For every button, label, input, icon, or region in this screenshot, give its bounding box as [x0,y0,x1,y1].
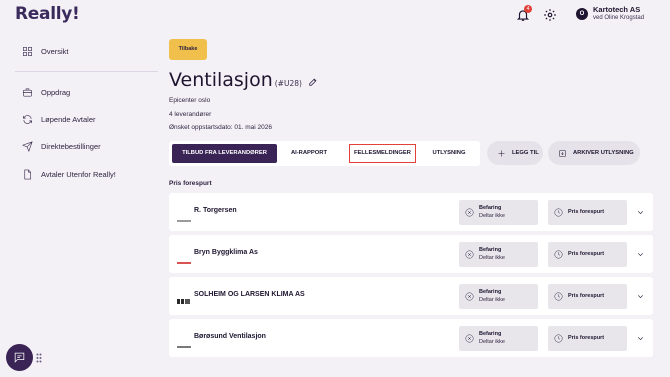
archive-button-label: ARKIVER UTLYSNING [573,150,634,156]
status-sub: Deltar ikke [479,255,505,261]
chat-button[interactable] [6,344,33,371]
supplier-row[interactable]: SOLHEIM OG LARSEN KLIMA AS Befaring Delt… [169,277,653,315]
tab-bar: TILBUD FRA LEVERANDØRER AI-RAPPORT FELLE… [169,141,480,166]
account-company[interactable]: Kartotech AS [593,5,640,14]
status-title: Befaring [479,289,502,295]
status-title: Befaring [479,205,502,211]
clock-icon [554,334,563,343]
befaring-status: Befaring Deltar ikke [459,326,538,351]
send-icon [22,141,33,152]
sidebar-item-oppdrag[interactable]: Oppdrag [22,87,70,98]
tab-tilbud-fra-leverandorer[interactable]: TILBUD FRA LEVERANDØRER [172,144,277,163]
price-status-label: Pris forespurt [568,335,605,341]
chevron-down-icon[interactable] [636,208,645,217]
section-label: Pris forespurt [169,180,212,187]
plus-icon [498,150,505,156]
befaring-status: Befaring Deltar ikke [459,284,538,309]
status-title: Befaring [479,331,502,337]
status-title: Befaring [479,247,502,253]
drag-handle-icon[interactable] [36,353,42,363]
price-status: Pris forespurt [548,242,627,267]
page-title: Ventilasjon (#U28) [169,69,302,91]
befaring-status: Befaring Deltar ikke [459,200,538,225]
supplier-name: SOLHEIM OG LARSEN KLIMA AS [194,291,305,298]
supplier-logo [177,292,191,304]
document-icon [24,169,32,180]
supplier-row[interactable]: Bryn Byggklima As Befaring Deltar ikke P… [169,235,653,273]
chat-icon [14,352,25,363]
price-status-label: Pris forespurt [568,251,605,257]
price-status-label: Pris forespurt [568,293,605,299]
grid-icon [23,47,32,56]
sidebar-item-avtaler-utenfor[interactable]: Avtaler Utenfor Really! [22,169,116,180]
close-circle-icon [465,250,474,259]
price-status: Pris forespurt [548,326,627,351]
sidebar-item-label: Avtaler Utenfor Really! [41,170,116,179]
notification-badge: 4 [524,5,532,13]
app-logo[interactable]: Really! [15,4,80,24]
supplier-row[interactable]: Børøsund Ventilasjon Befaring Deltar ikk… [169,319,653,357]
account-user: ved Oline Krogstad [593,15,645,21]
add-button[interactable]: LEGG TIL [487,141,543,165]
sidebar-item-lopende-avtaler[interactable]: Løpende Avtaler [22,114,96,125]
archive-icon [559,149,566,157]
clock-icon [554,208,563,217]
tab-ai-rapport[interactable]: AI-RAPPORT [279,144,339,163]
chevron-down-icon[interactable] [636,334,645,343]
avatar[interactable]: O [576,8,588,20]
sidebar-item-label: Løpende Avtaler [41,115,96,124]
supplier-count: 4 leverandører [169,111,212,118]
tab-fellesmeldinger[interactable]: FELLESMELDINGER [349,144,416,163]
price-status: Pris forespurt [548,284,627,309]
status-sub: Deltar ikke [479,297,505,303]
clock-icon [554,292,563,301]
supplier-name: Bryn Byggklima As [194,249,258,256]
sidebar-item-direktebestillinger[interactable]: Direktebestillinger [22,141,101,152]
briefcase-icon [23,88,32,97]
supplier-name: Børøsund Ventilasjon [194,333,266,340]
supplier-row[interactable]: R. Torgersen Befaring Deltar ikke Pris f… [169,193,653,231]
sidebar-divider [15,71,158,72]
start-date: Ønsket oppstartsdato: 01. mai 2026 [169,124,272,131]
supplier-name: R. Torgersen [194,207,237,214]
supplier-logo [177,336,191,348]
gear-icon[interactable] [543,8,557,22]
close-circle-icon [465,334,474,343]
refresh-icon [23,115,32,124]
status-sub: Deltar ikke [479,213,505,219]
tab-utlysning[interactable]: UTLYSNING [421,144,477,163]
close-circle-icon [465,292,474,301]
page-title-text: Ventilasjon [169,69,273,91]
edit-icon[interactable] [308,77,318,87]
status-sub: Deltar ikke [479,339,505,345]
location-text: Epicenter oslo [169,97,211,104]
supplier-logo [177,252,191,264]
chevron-down-icon[interactable] [636,250,645,259]
close-circle-icon [465,208,474,217]
sidebar-item-label: Oppdrag [41,88,71,97]
clock-icon [554,250,563,259]
page-id: (#U28) [274,79,302,88]
price-status-label: Pris forespurt [568,209,605,215]
price-status: Pris forespurt [548,200,627,225]
archive-button[interactable]: ARKIVER UTLYSNING [548,141,640,165]
sidebar-item-label: Direktebestillinger [41,142,101,151]
chevron-down-icon[interactable] [636,292,645,301]
befaring-status: Befaring Deltar ikke [459,242,538,267]
add-button-label: LEGG TIL [512,150,539,156]
sidebar-item-oversikt[interactable]: Oversikt [22,46,69,57]
sidebar-item-label: Oversikt [41,47,69,56]
back-button[interactable]: Tilbake [169,39,207,60]
supplier-logo [177,210,191,222]
